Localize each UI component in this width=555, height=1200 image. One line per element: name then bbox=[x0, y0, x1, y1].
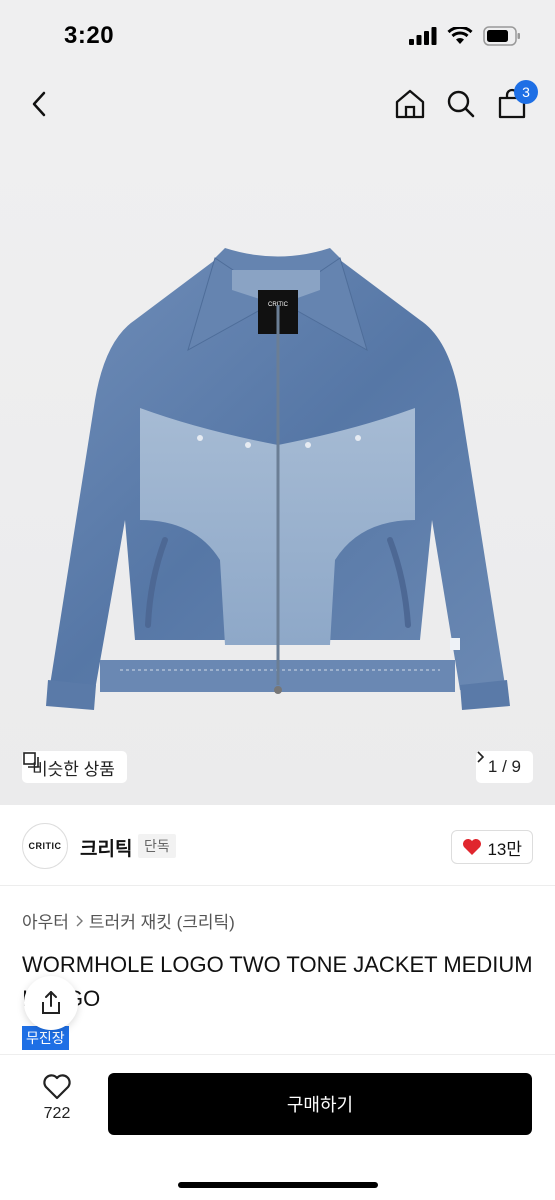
heart-outline-icon bbox=[43, 1074, 71, 1100]
status-bar: 3:20 bbox=[0, 0, 555, 70]
exclusive-badge: 단독 bbox=[138, 834, 176, 858]
product-image-carousel[interactable]: CRITIC 비슷한 상품 1 / 9 bbox=[0, 140, 555, 805]
brand-name[interactable]: 크리틱 bbox=[80, 834, 132, 861]
wishlist-button[interactable]: 722 bbox=[22, 1073, 92, 1133]
cart-count-badge: 3 bbox=[514, 80, 538, 104]
brand-logo-text: CRITIC bbox=[28, 841, 62, 851]
bottom-action-bar: 722 구매하기 bbox=[0, 1054, 555, 1200]
brand-row: CRITIC 크리틱 단독 13만 bbox=[0, 806, 555, 886]
back-button[interactable] bbox=[20, 84, 60, 124]
chevron-left-icon bbox=[32, 91, 46, 117]
share-button[interactable] bbox=[24, 976, 78, 1030]
breadcrumb-subcategory[interactable]: 트러커 재킷 (크리틱) bbox=[89, 908, 235, 933]
brand-like-count: 13만 bbox=[487, 839, 522, 859]
buy-button[interactable]: 구매하기 bbox=[108, 1073, 532, 1135]
store-tag: 무진장 bbox=[22, 1026, 69, 1050]
similar-products-button[interactable]: 비슷한 상품 bbox=[22, 751, 127, 783]
similar-products-label: 비슷한 상품 bbox=[32, 759, 115, 779]
product-title: WORMHOLE LOGO TWO TONE JACKET MEDIUM IND… bbox=[22, 952, 533, 1011]
signal-icon bbox=[409, 27, 437, 45]
breadcrumb: 아우터 트러커 재킷 (크리틱) bbox=[22, 908, 235, 933]
status-icons bbox=[409, 26, 521, 46]
nav-bar: 3 bbox=[0, 70, 555, 140]
wifi-icon bbox=[447, 27, 473, 44]
home-icon bbox=[395, 89, 425, 119]
page-counter-text: 1 / 9 bbox=[487, 757, 521, 776]
share-icon bbox=[42, 991, 60, 1014]
status-time: 3:20 bbox=[64, 22, 115, 49]
search-button[interactable] bbox=[441, 84, 481, 124]
chevron-right-icon bbox=[477, 751, 484, 763]
breadcrumb-category[interactable]: 아우터 bbox=[22, 908, 69, 933]
battery-icon bbox=[483, 26, 520, 46]
jacket-image: CRITIC bbox=[46, 248, 510, 710]
home-button[interactable] bbox=[390, 84, 430, 124]
brand-like-button[interactable]: 13만 bbox=[451, 830, 533, 864]
search-icon bbox=[447, 90, 475, 118]
heart-filled-icon bbox=[463, 839, 482, 855]
wishlist-count: 722 bbox=[43, 1105, 71, 1122]
chevron-right-icon bbox=[76, 915, 83, 926]
copy-icon bbox=[23, 752, 39, 768]
brand-logo[interactable]: CRITIC bbox=[22, 823, 68, 869]
home-indicator bbox=[178, 1182, 378, 1188]
image-page-counter[interactable]: 1 / 9 bbox=[475, 751, 533, 783]
cart-button[interactable]: 3 bbox=[492, 80, 538, 124]
